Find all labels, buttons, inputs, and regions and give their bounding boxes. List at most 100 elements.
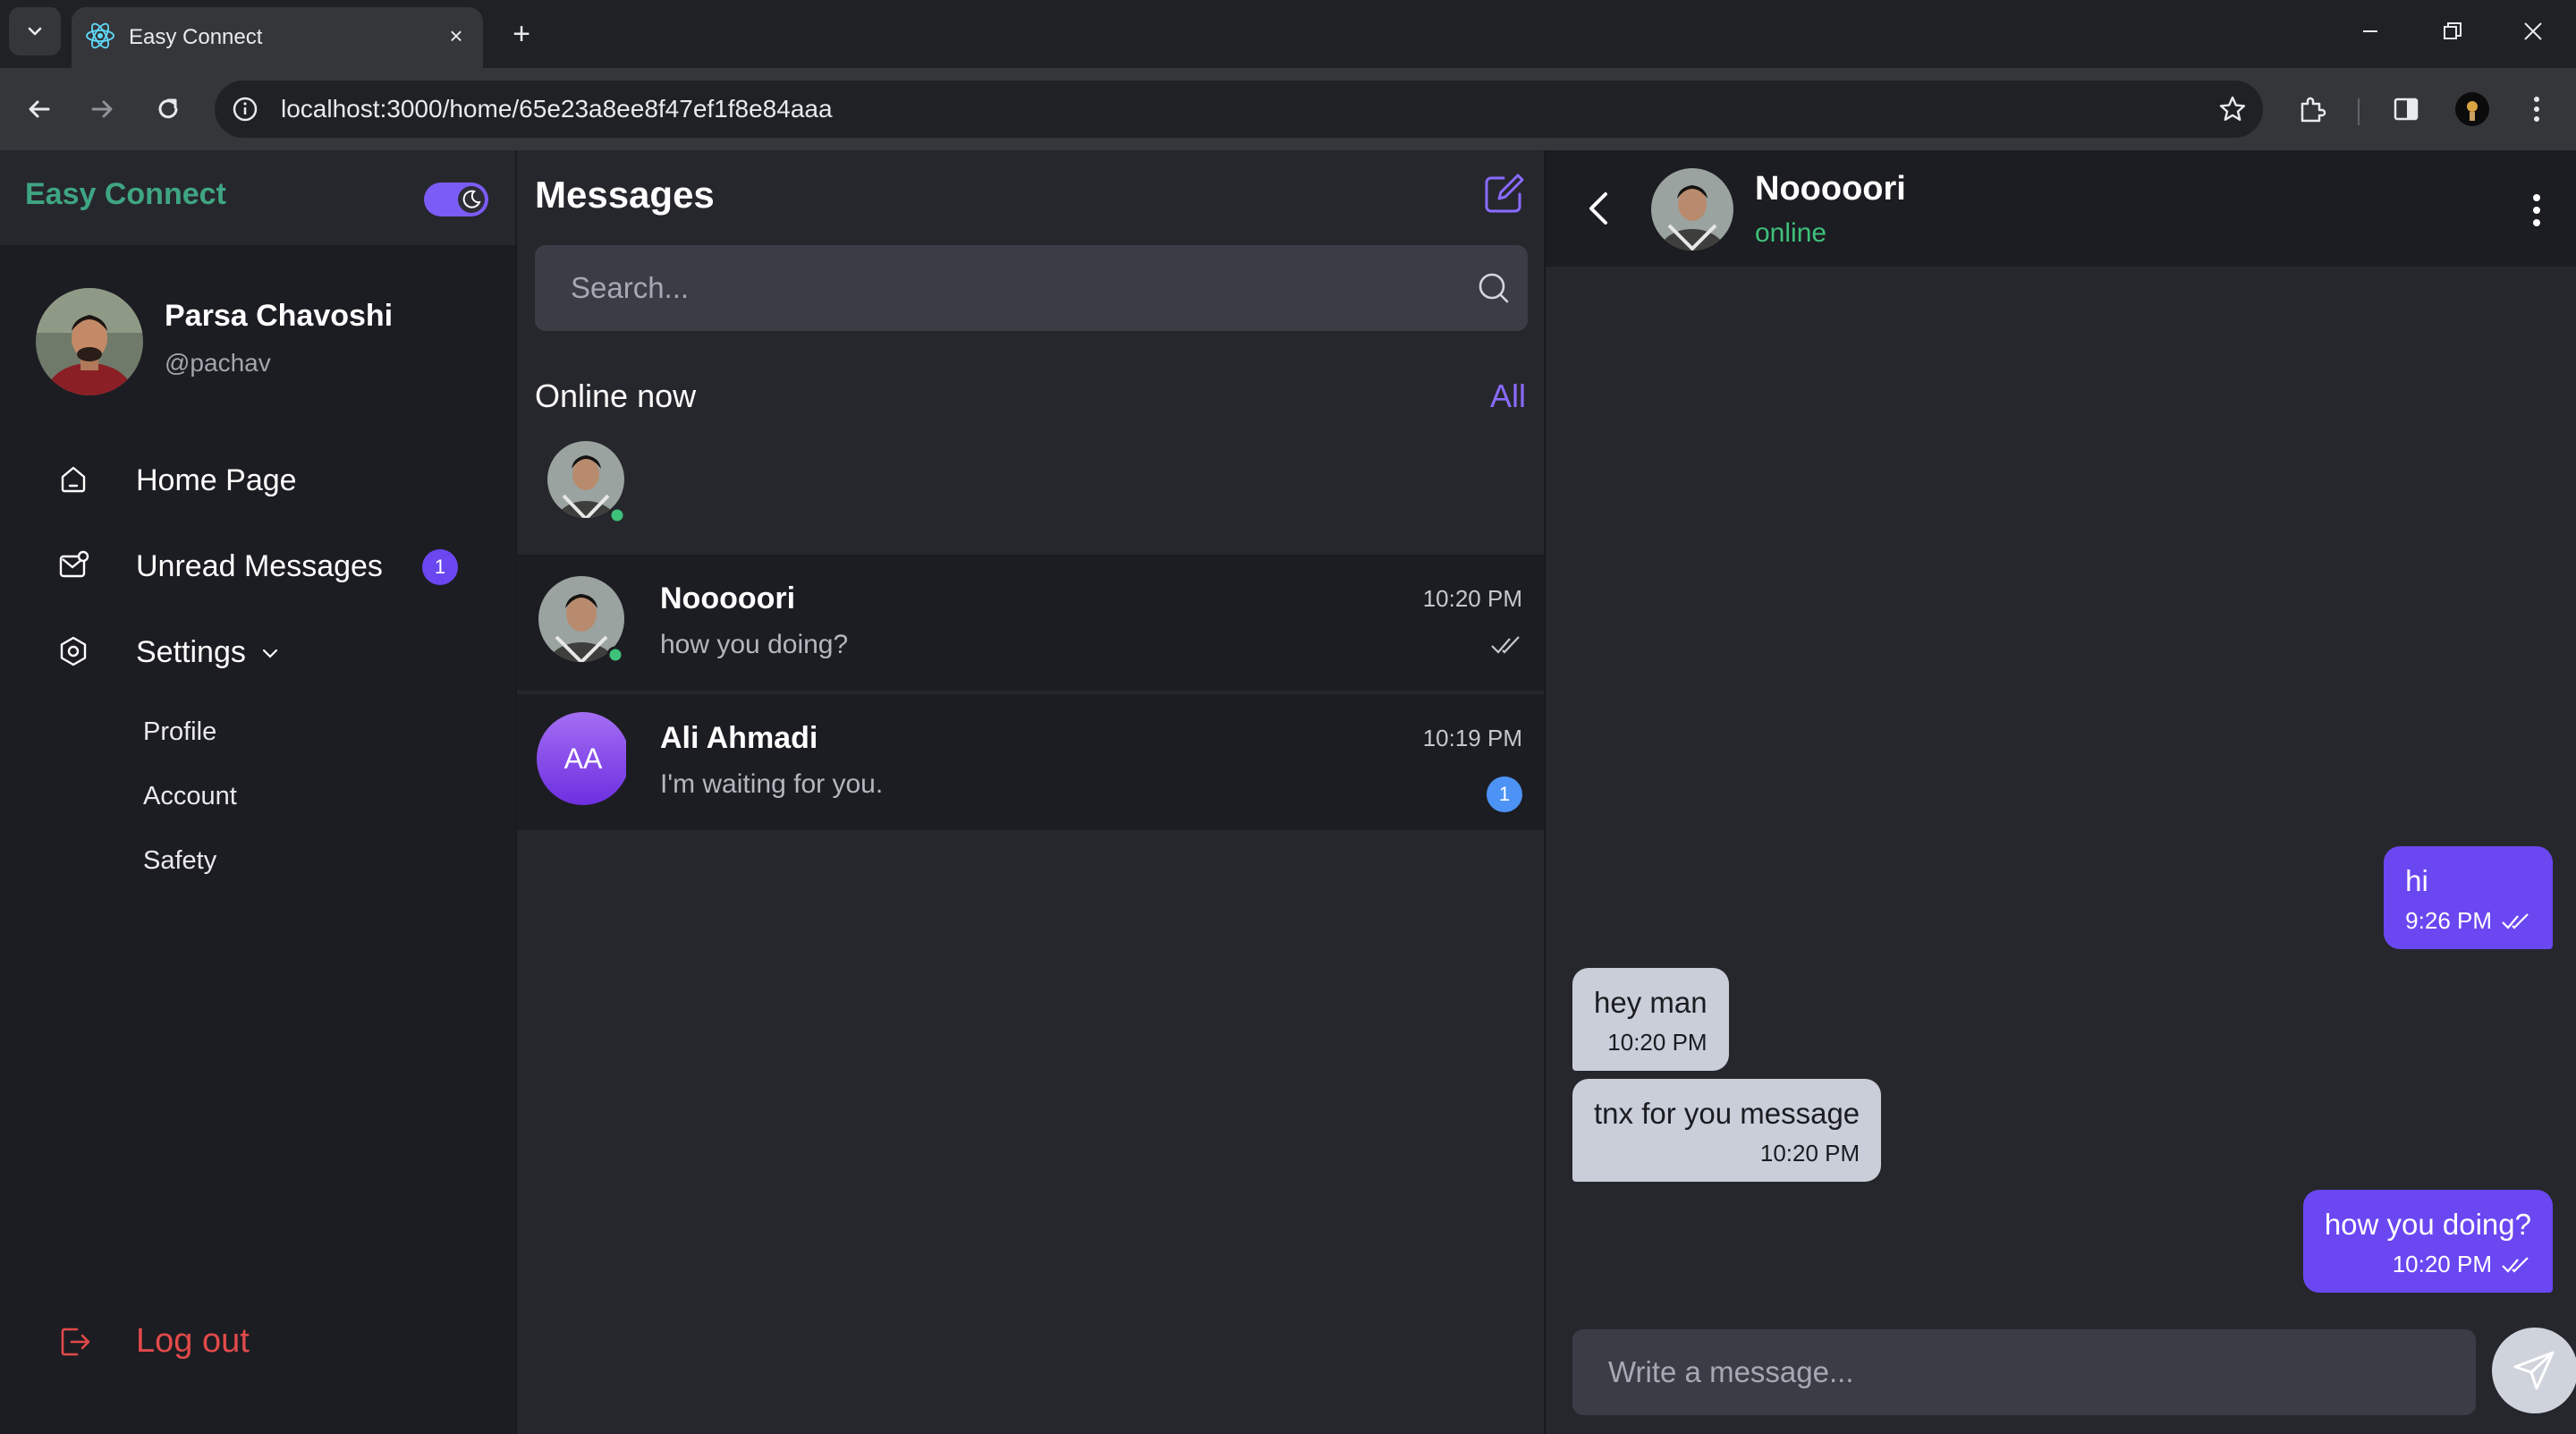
minimize-icon xyxy=(2363,30,2377,32)
more-icon xyxy=(2533,194,2540,226)
bookmark-button[interactable] xyxy=(2215,91,2250,127)
double-check-icon xyxy=(2502,1256,2529,1273)
chat-avatar[interactable] xyxy=(1651,166,1733,252)
conversation-preview: how you doing? xyxy=(660,630,849,659)
forward-button[interactable] xyxy=(80,88,123,131)
search-icon[interactable] xyxy=(1474,268,1513,308)
side-panel-button[interactable] xyxy=(2385,88,2428,131)
send-icon xyxy=(2513,1351,2555,1390)
back-button[interactable] xyxy=(18,88,61,131)
extensions-button[interactable] xyxy=(2292,88,2334,131)
conversation-preview: I'm waiting for you. xyxy=(660,769,884,799)
chat-header: Nooooori online xyxy=(1546,150,2576,267)
message-time: 10:20 PM xyxy=(1607,1029,1707,1056)
profile-icon xyxy=(2455,92,2489,126)
forward-icon xyxy=(91,100,113,118)
message-bubble-incoming[interactable]: hey man 10:20 PM xyxy=(1572,968,1729,1071)
tab-title: Easy Connect xyxy=(129,25,263,49)
nav-unread-label: Unread Messages xyxy=(136,549,383,583)
logout-label: Log out xyxy=(136,1322,250,1360)
close-icon xyxy=(2524,22,2542,40)
conversation-avatar-photo xyxy=(538,576,624,664)
profile-button[interactable] xyxy=(2451,88,2494,131)
url-text: localhost:3000/home/65e23a8ee8f47ef1f8e8… xyxy=(281,95,833,123)
chat-contact-name: Nooooori xyxy=(1755,170,1906,208)
window-close-button[interactable] xyxy=(2504,11,2562,52)
compose-icon xyxy=(1485,174,1524,213)
new-tab-button[interactable]: + xyxy=(501,14,542,55)
conversation-item[interactable]: AA Ali Ahmadi I'm waiting for you. 10:19… xyxy=(517,694,1546,830)
compose-button[interactable] xyxy=(1478,168,1530,220)
browser-menu-button[interactable] xyxy=(2515,88,2558,131)
conversation-item[interactable]: Nooooori how you doing? 10:20 PM xyxy=(517,555,1546,691)
toolbar-divider xyxy=(2358,98,2360,125)
unread-icon xyxy=(55,547,91,583)
sidebar: Easy Connect Parsa Chavoshi @pachav Home… xyxy=(0,150,515,1434)
message-bubble-incoming[interactable]: tnx for you message 10:20 PM xyxy=(1572,1079,1882,1182)
site-info-button[interactable] xyxy=(227,91,263,127)
conversation-avatar xyxy=(537,573,626,669)
user-handle: @pachav xyxy=(165,349,271,377)
address-bar[interactable]: localhost:3000/home/65e23a8ee8f47ef1f8e8… xyxy=(215,81,2263,138)
message-bubble-outgoing[interactable]: how you doing? 10:20 PM xyxy=(2302,1190,2553,1293)
send-button[interactable] xyxy=(2492,1328,2576,1413)
user-avatar-photo xyxy=(36,288,143,395)
avatar-initials: AA xyxy=(564,742,603,775)
online-user-avatar[interactable] xyxy=(547,433,626,526)
back-icon xyxy=(29,100,50,118)
browser-toolbar: localhost:3000/home/65e23a8ee8f47ef1f8e8… xyxy=(0,68,2576,150)
nav-unread-messages[interactable]: Unread Messages 1 xyxy=(36,539,483,592)
message-time: 10:20 PM xyxy=(2392,1251,2492,1277)
browser-tabstrip: Easy Connect × + xyxy=(0,0,2576,68)
kebab-icon xyxy=(2534,97,2539,122)
messages-panel: Messages Online now All xyxy=(515,150,1546,1434)
home-icon xyxy=(55,462,91,497)
logout-button[interactable]: Log out xyxy=(36,1313,394,1367)
settings-account[interactable]: Account xyxy=(143,782,237,811)
reload-button[interactable] xyxy=(147,88,190,131)
message-bubble-outgoing[interactable]: hi 9:26 PM xyxy=(2384,846,2553,949)
reload-icon xyxy=(158,98,178,119)
browser-tab[interactable]: Easy Connect × xyxy=(72,7,483,68)
tab-search-button[interactable] xyxy=(9,7,61,55)
back-arrow-icon xyxy=(1589,192,1607,225)
dropdown-icon xyxy=(28,27,42,36)
message-input[interactable] xyxy=(1572,1329,2476,1415)
conversation-unread-badge: 1 xyxy=(1487,776,1522,812)
chat-back-button[interactable] xyxy=(1578,186,1617,231)
chat-panel: Nooooori online hi 9:26 PM hey man 10:20… xyxy=(1544,150,2576,1434)
restore-button[interactable] xyxy=(2424,11,2481,52)
restore-icon xyxy=(2444,22,2462,39)
search-box xyxy=(535,245,1528,331)
minimize-button[interactable] xyxy=(2342,11,2399,52)
chat-more-button[interactable] xyxy=(2522,188,2551,233)
search-input[interactable] xyxy=(535,245,1456,331)
theme-toggle-knob xyxy=(458,186,485,213)
chat-avatar-photo xyxy=(1651,168,1733,250)
chat-contact-status: online xyxy=(1755,218,1827,248)
theme-toggle[interactable] xyxy=(424,182,488,216)
brand-logo[interactable]: Easy Connect xyxy=(25,177,226,212)
conversation-avatar-initials: AA xyxy=(537,712,630,809)
message-text: hi xyxy=(2405,864,2428,897)
online-all-link[interactable]: All xyxy=(1490,378,1526,415)
nav-settings[interactable]: Settings xyxy=(36,624,483,678)
conversation-time: 10:20 PM xyxy=(1422,585,1522,612)
conversation-name: Nooooori xyxy=(660,581,796,615)
message-time: 10:20 PM xyxy=(1759,1140,1860,1167)
tab-close-button[interactable]: × xyxy=(442,21,470,50)
sidepanel-icon xyxy=(2394,98,2419,121)
message-text: tnx for you message xyxy=(1594,1097,1860,1130)
react-favicon xyxy=(86,22,114,49)
double-check-icon xyxy=(2502,912,2529,929)
nav-home[interactable]: Home Page xyxy=(36,453,483,506)
extensions-icon xyxy=(2301,97,2326,123)
app: Easy Connect Parsa Chavoshi @pachav Home… xyxy=(0,150,2576,1434)
online-now-label: Online now xyxy=(535,378,697,414)
user-avatar[interactable] xyxy=(36,288,143,395)
settings-safety[interactable]: Safety xyxy=(143,846,216,876)
settings-profile[interactable]: Profile xyxy=(143,717,216,747)
nav-home-label: Home Page xyxy=(136,463,297,497)
info-icon xyxy=(233,97,258,122)
messages-title: Messages xyxy=(535,174,715,216)
